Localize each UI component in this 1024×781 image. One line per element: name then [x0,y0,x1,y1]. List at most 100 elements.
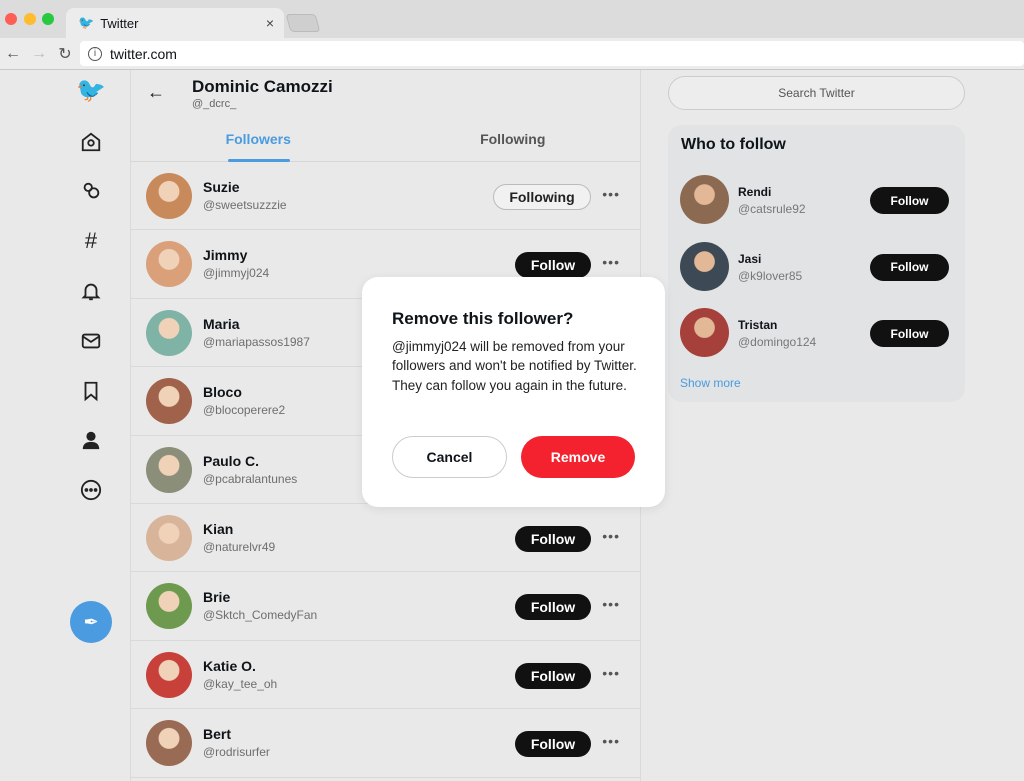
messages-envelope-icon[interactable] [79,329,103,353]
tab-following[interactable]: Following [386,120,641,161]
notifications-bell-icon[interactable] [79,279,103,303]
more-dots-icon[interactable]: ••• [602,596,620,612]
search-input[interactable]: Search Twitter [668,76,965,110]
avatar[interactable] [146,241,192,288]
avatar[interactable] [146,515,192,561]
follower-handle: @rodrisurfer [203,745,270,760]
compose-tweet-button[interactable]: ✒ [70,601,112,643]
who-to-follow-card: Who to follow Rendi @catsrule92 Follow J… [668,125,965,402]
right-sidebar: Search Twitter Who to follow Rendi @cats… [668,76,965,402]
follower-name: Jimmy [203,247,248,264]
remove-follower-dialog: Remove this follower? @jimmyj024 will be… [362,277,665,507]
suggested-user[interactable]: Rendi @catsrule92 Follow [668,175,965,235]
profile-handle: @_dcrc_ [192,98,237,110]
follow-button[interactable]: Follow [515,594,591,621]
follower-handle: @kay_tee_oh [203,676,278,691]
follower-handle: @sweetsuzzzie [203,198,287,212]
home-icon[interactable] [79,130,103,154]
follower-row[interactable]: Suzie @sweetsuzzzie Following ••• [131,162,640,231]
browser-chrome: 🐦 Twitter × ← → ↻ i twitter.com [0,0,1024,70]
follower-row[interactable]: Katie O. @kay_tee_oh Follow ••• [131,641,640,710]
feather-icon: ✒ [83,611,99,632]
close-tab-icon[interactable]: × [266,15,274,31]
reload-icon[interactable]: ↻ [52,44,78,64]
avatar[interactable] [680,308,729,357]
forward-arrow-icon[interactable]: → [26,45,52,63]
follow-button[interactable]: Follow [515,526,591,552]
avatar[interactable] [680,175,729,224]
close-window-button[interactable] [5,13,17,25]
avatar[interactable] [146,309,192,356]
user-handle: @catsrule92 [738,202,806,216]
browser-tab[interactable]: 🐦 Twitter × [66,8,284,38]
user-handle: @domingo124 [738,335,817,349]
suggested-user[interactable]: Jasi @k9lover85 Follow [668,241,965,302]
follower-name: Suzie [203,179,240,195]
tab-title: Twitter [100,15,139,31]
avatar[interactable] [146,651,192,698]
user-name: Tristan [738,318,778,332]
back-arrow-icon[interactable]: ← [0,45,26,63]
avatar[interactable] [146,446,192,493]
more-dots-icon[interactable]: ••• [602,254,620,270]
suggested-user[interactable]: Tristan @domingo124 Follow [668,308,965,368]
follow-button[interactable]: Follow [515,662,591,689]
follow-button[interactable]: Follow [515,731,591,758]
more-options-icon[interactable] [79,478,103,502]
follow-button[interactable]: Follow [870,187,949,214]
follower-name: Kian [203,521,234,537]
follower-row[interactable]: Bert @rodrisurfer Follow ••• [131,709,640,778]
dialog-title: Remove this follower? [392,309,574,328]
follow-button[interactable]: Follow [515,252,591,279]
avatar[interactable] [680,241,729,291]
user-name: Jasi [738,251,762,266]
user-handle: @k9lover85 [738,268,803,283]
profile-icon[interactable] [79,428,103,452]
follower-handle: @pcabralantunes [203,471,298,486]
sidebar-nav: 🐦 # ✒ [0,70,130,781]
profile-name: Dominic Camozzi [192,77,333,96]
address-bar[interactable]: i twitter.com [80,41,1024,66]
avatar[interactable] [146,583,192,630]
bookmark-icon[interactable] [79,379,103,403]
follow-button[interactable]: Follow [870,320,949,347]
card-title: Who to follow [681,136,786,153]
remove-button[interactable]: Remove [521,436,635,478]
cancel-button[interactable]: Cancel [392,436,507,478]
url-text: twitter.com [110,45,177,62]
more-dots-icon[interactable]: ••• [602,665,620,681]
follower-handle: @Sktch_ComedyFan [203,608,318,623]
follower-name: Bert [203,726,232,743]
follow-button[interactable]: Follow [870,253,949,281]
hashtag-icon[interactable]: # [79,228,103,253]
following-button[interactable]: Following [493,184,591,210]
follower-row[interactable]: Brie @Sktch_ComedyFan Follow ••• [131,572,640,641]
more-dots-icon[interactable]: ••• [602,733,620,749]
minimize-window-button[interactable] [24,13,36,25]
avatar[interactable] [146,720,192,767]
info-icon: i [88,46,102,61]
follower-name: Bloco [203,384,242,401]
twitter-bird-icon: 🐦 [78,15,95,30]
follower-handle: @blocoperere2 [203,403,286,418]
more-dots-icon[interactable]: ••• [602,186,620,202]
follower-name: Katie O. [203,657,256,674]
follower-handle: @naturelvr49 [203,540,276,554]
twitter-logo-icon[interactable]: 🐦 [76,77,106,104]
dialog-body: @jimmyj024 will be removed from your fol… [392,339,637,393]
follower-handle: @mariapassos1987 [203,334,310,349]
avatar[interactable] [146,378,192,425]
follower-handle: @jimmyj024 [203,266,270,281]
maximize-window-button[interactable] [42,13,54,25]
more-dots-icon[interactable]: ••• [602,528,620,544]
tab-followers[interactable]: Followers [131,120,386,162]
back-arrow-icon[interactable]: ← [147,82,165,103]
new-tab-button[interactable] [285,14,321,32]
communities-icon[interactable] [79,179,103,203]
avatar[interactable] [146,173,192,219]
follower-name: Maria [203,315,240,332]
follower-row[interactable]: Kian @naturelvr49 Follow ••• [131,504,640,573]
show-more-link[interactable]: Show more [680,376,741,390]
follower-name: Brie [203,589,231,606]
user-name: Rendi [738,185,772,199]
